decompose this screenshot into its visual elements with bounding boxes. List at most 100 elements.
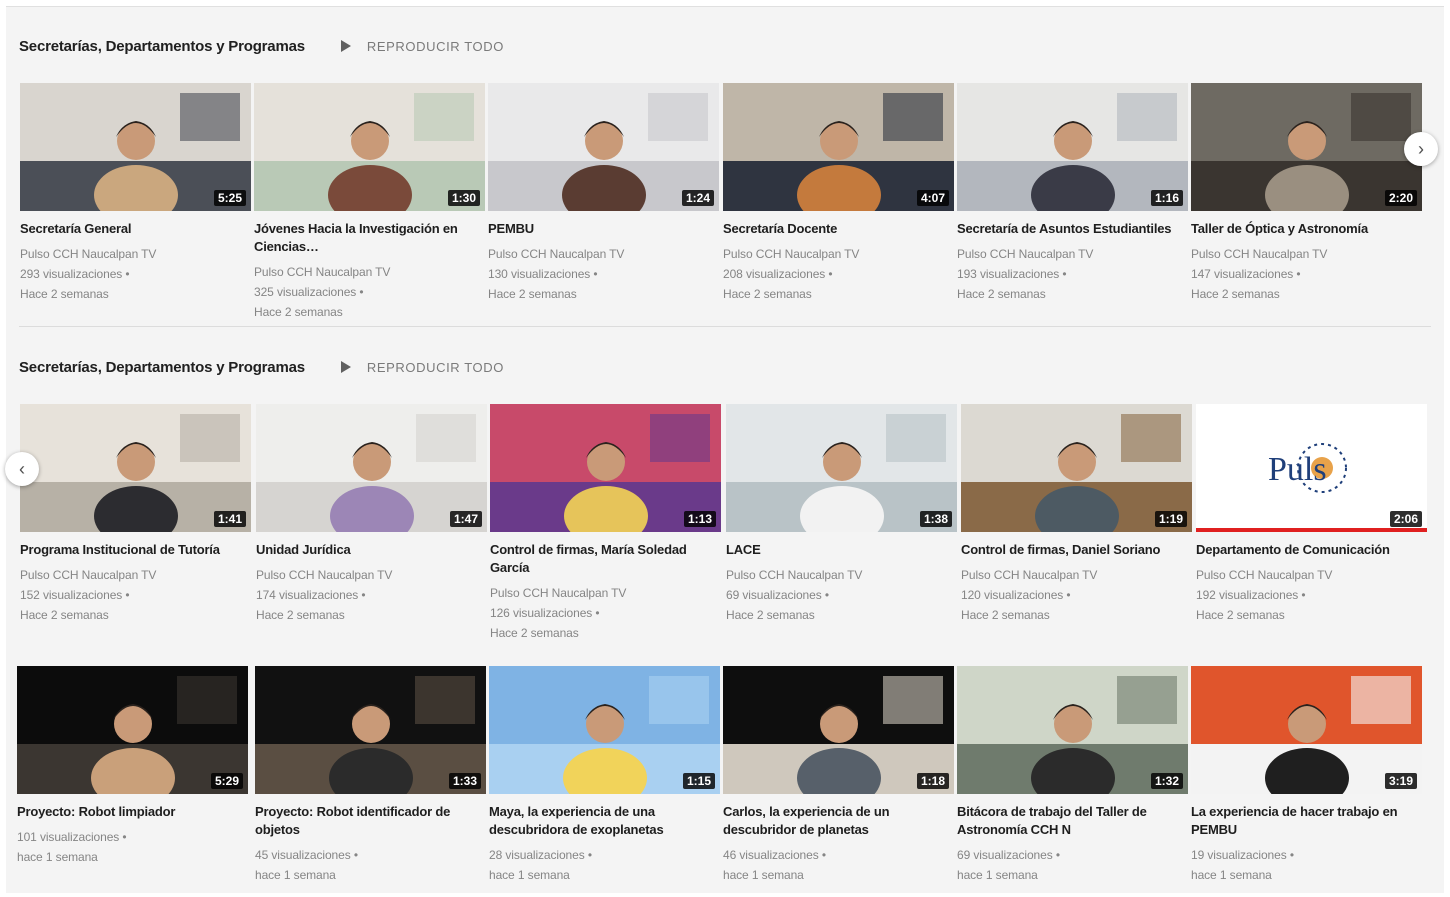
next-button[interactable]: › (1404, 132, 1438, 166)
channel-name[interactable]: Pulso CCH Naucalpan TV (957, 244, 1188, 264)
video-title[interactable]: Control de firmas, Daniel Soriano (961, 541, 1192, 559)
channel-name[interactable]: Pulso CCH Naucalpan TV (254, 262, 485, 282)
duration-badge: 1:32 (1150, 773, 1183, 789)
video-card[interactable]: 1:18 Carlos, la experiencia de un descubr… (723, 666, 954, 885)
video-card[interactable]: 1:19 Control de firmas, Daniel Soriano Pul… (961, 404, 1192, 625)
video-card[interactable]: 1:15 Maya, la experiencia de una descubri… (489, 666, 720, 885)
channel-name[interactable]: Pulso CCH Naucalpan TV (726, 565, 957, 585)
play-all-button[interactable]: REPRODUCIR TODO (340, 39, 504, 54)
upload-age: hace 1 semana (17, 850, 98, 864)
video-thumbnail[interactable]: 1:38 (726, 404, 957, 532)
video-thumbnail[interactable]: 1:30 (254, 83, 485, 211)
video-thumbnail[interactable]: 1:16 (957, 83, 1188, 211)
video-thumbnail[interactable]: 1:32 (957, 666, 1188, 794)
video-thumbnail[interactable]: 1:33 (255, 666, 486, 794)
video-card[interactable]: 3:19 La experiencia de hacer trabajo en P… (1191, 666, 1422, 885)
video-title[interactable]: LACE (726, 541, 957, 559)
video-title[interactable]: Departamento de Comunicación (1196, 541, 1427, 559)
video-thumbnail[interactable]: 1:18 (723, 666, 954, 794)
chevron-left-icon: ‹ (19, 458, 25, 479)
view-count: 193 visualizaciones • (957, 267, 1067, 281)
video-title[interactable]: PEMBU (488, 220, 719, 238)
channel-name[interactable]: Pulso CCH Naucalpan TV (490, 583, 721, 603)
video-card[interactable]: 1:41 Programa Institucional de Tutoría Pul… (20, 404, 251, 625)
video-meta: Pulso CCH Naucalpan TV 147 visualizacione… (1191, 244, 1422, 304)
video-title[interactable]: Secretaría General (20, 220, 251, 238)
previous-button[interactable]: ‹ (5, 452, 39, 486)
channel-name[interactable]: Pulso CCH Naucalpan TV (723, 244, 954, 264)
video-thumbnail[interactable]: 3:19 (1191, 666, 1422, 794)
shelf-header: Secretarías, Departamentos y Programas R… (19, 355, 504, 379)
duration-badge: 1:19 (1154, 511, 1187, 527)
video-card[interactable]: 5:29 Proyecto: Robot limpiador 101 visuali… (17, 666, 248, 867)
video-thumbnail[interactable]: 5:29 (17, 666, 248, 794)
channel-name[interactable]: Pulso CCH Naucalpan TV (1191, 244, 1422, 264)
video-title[interactable]: Carlos, la experiencia de un descubridor… (723, 803, 954, 839)
video-card[interactable]: 1:13 Control de firmas, María Soledad Gar… (490, 404, 721, 643)
upload-age: Hace 2 semanas (488, 287, 577, 301)
video-card[interactable]: 4:07 Secretaría Docente Pulso CCH Naucalpa… (723, 83, 954, 304)
shelf-title[interactable]: Secretarías, Departamentos y Programas (19, 38, 305, 55)
channel-name[interactable]: Pulso CCH Naucalpan TV (961, 565, 1192, 585)
channel-name[interactable]: Pulso CCH Naucalpan TV (20, 565, 251, 585)
play-all-button[interactable]: REPRODUCIR TODO (340, 360, 504, 375)
view-count: 101 visualizaciones • (17, 830, 127, 844)
video-title[interactable]: Maya, la experiencia de una descubridora… (489, 803, 720, 839)
shelf-header: Secretarías, Departamentos y Programas R… (19, 34, 504, 58)
video-title[interactable]: Proyecto: Robot identificador de objetos (255, 803, 486, 839)
video-card[interactable]: 2:20 Taller de Óptica y Astronomía Pulso C… (1191, 83, 1422, 304)
video-title[interactable]: La experiencia de hacer trabajo en PEMBU (1191, 803, 1422, 839)
video-card[interactable]: Puls 2:06 Departamento de Comunicación Pul… (1196, 404, 1427, 625)
video-title[interactable]: Bitácora de trabajo del Taller de Astron… (957, 803, 1188, 839)
video-thumbnail[interactable]: 1:13 (490, 404, 721, 532)
duration-badge: 5:25 (213, 190, 246, 206)
video-card[interactable]: 1:33 Proyecto: Robot identificador de obj… (255, 666, 486, 885)
upload-age: hace 1 semana (1191, 868, 1272, 882)
upload-age: Hace 2 semanas (723, 287, 812, 301)
video-title[interactable]: Taller de Óptica y Astronomía (1191, 220, 1422, 238)
pulso-logo: Puls (1268, 451, 1327, 488)
video-card[interactable]: 1:24 PEMBU Pulso CCH Naucalpan TV 130 visua… (488, 83, 719, 304)
video-thumbnail[interactable]: 1:19 (961, 404, 1192, 532)
video-card[interactable]: 5:25 Secretaría General Pulso CCH Naucalpa… (20, 83, 251, 304)
video-thumbnail[interactable]: 1:41 (20, 404, 251, 532)
duration-badge: 4:07 (916, 190, 949, 206)
upload-age: Hace 2 semanas (1191, 287, 1280, 301)
channel-shelves-panel: Secretarías, Departamentos y Programas R… (5, 6, 1444, 893)
channel-name[interactable]: Pulso CCH Naucalpan TV (1196, 565, 1427, 585)
video-title[interactable]: Secretaría Docente (723, 220, 954, 238)
duration-badge: 1:13 (683, 511, 716, 527)
video-thumbnail[interactable]: 1:24 (488, 83, 719, 211)
video-card[interactable]: 1:16 Secretaría de Asuntos Estudiantiles P… (957, 83, 1188, 304)
video-thumbnail[interactable]: 5:25 (20, 83, 251, 211)
video-title[interactable]: Secretaría de Asuntos Estudiantiles (957, 220, 1188, 238)
video-thumbnail[interactable]: 1:15 (489, 666, 720, 794)
video-thumbnail[interactable]: 2:20 (1191, 83, 1422, 211)
view-count: 120 visualizaciones • (961, 588, 1071, 602)
video-card[interactable]: 1:47 Unidad Jurídica Pulso CCH Naucalpan T… (256, 404, 487, 625)
video-meta: Pulso CCH Naucalpan TV 325 visualizacione… (254, 262, 485, 322)
video-card[interactable]: 1:30 Jóvenes Hacia la Investigación en Ci… (254, 83, 485, 322)
channel-name[interactable]: Pulso CCH Naucalpan TV (256, 565, 487, 585)
channel-name[interactable]: Pulso CCH Naucalpan TV (20, 244, 251, 264)
video-meta: 28 visualizaciones • hace 1 semana (489, 845, 720, 885)
video-meta: 46 visualizaciones • hace 1 semana (723, 845, 954, 885)
view-count: 69 visualizaciones • (726, 588, 829, 602)
upload-age: Hace 2 semanas (961, 608, 1050, 622)
video-meta: Pulso CCH Naucalpan TV 152 visualizacione… (20, 565, 251, 625)
video-thumbnail[interactable]: 4:07 (723, 83, 954, 211)
video-meta: Pulso CCH Naucalpan TV 192 visualizacione… (1196, 565, 1427, 625)
upload-age: Hace 2 semanas (726, 608, 815, 622)
upload-age: hace 1 semana (957, 868, 1038, 882)
video-title[interactable]: Control de firmas, María Soledad García (490, 541, 721, 577)
video-card[interactable]: 1:32 Bitácora de trabajo del Taller de As… (957, 666, 1188, 885)
video-title[interactable]: Proyecto: Robot limpiador (17, 803, 248, 821)
video-thumbnail[interactable]: 1:47 (256, 404, 487, 532)
shelf-title[interactable]: Secretarías, Departamentos y Programas (19, 359, 305, 376)
video-card[interactable]: 1:38 LACE Pulso CCH Naucalpan TV 69 visuali… (726, 404, 957, 625)
video-title[interactable]: Jóvenes Hacia la Investigación en Cienci… (254, 220, 485, 256)
channel-name[interactable]: Pulso CCH Naucalpan TV (488, 244, 719, 264)
video-thumbnail[interactable]: Puls 2:06 (1196, 404, 1427, 532)
video-title[interactable]: Unidad Jurídica (256, 541, 487, 559)
video-title[interactable]: Programa Institucional de Tutoría (20, 541, 251, 559)
